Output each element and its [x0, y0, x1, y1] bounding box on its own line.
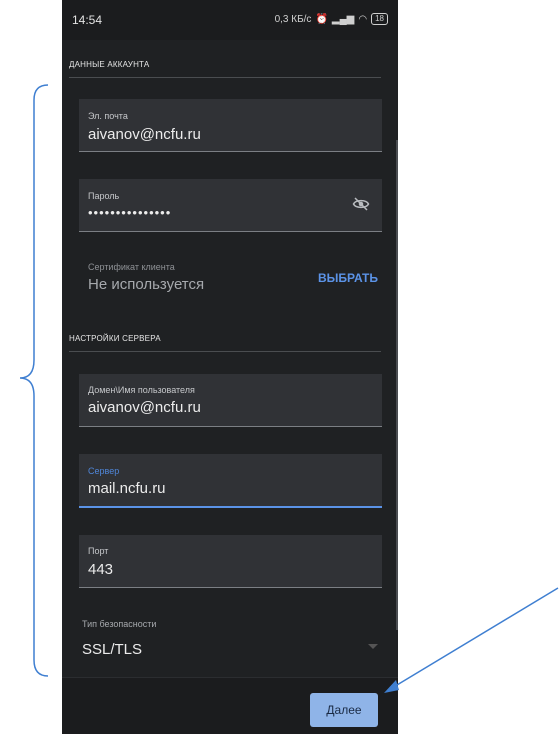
annotation-overlay [19, 84, 559, 693]
pointer-arrow [391, 587, 559, 689]
arrow-head [384, 680, 399, 693]
left-brace [19, 84, 49, 677]
